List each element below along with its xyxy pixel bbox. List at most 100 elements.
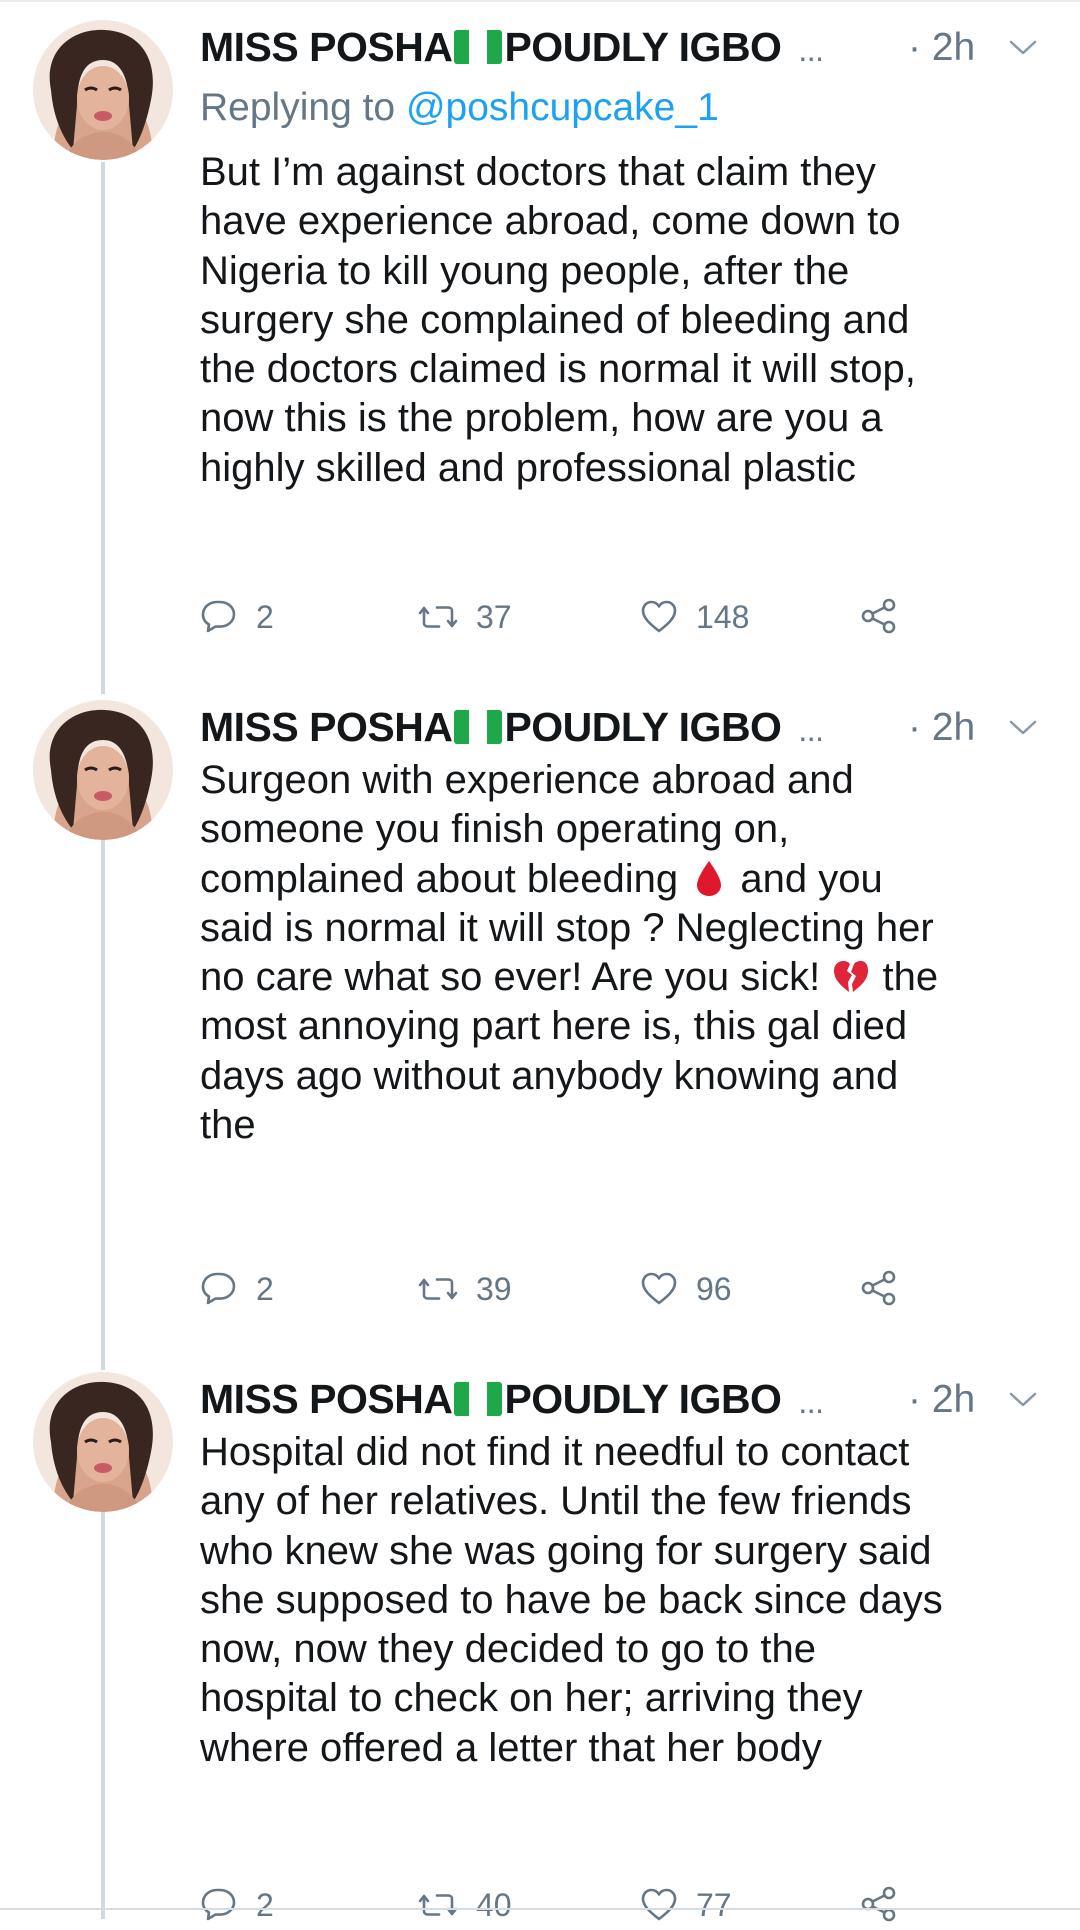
reply-icon bbox=[201, 1272, 236, 1305]
heart-icon bbox=[641, 600, 677, 633]
author-name-part1: MISS POSHA bbox=[200, 24, 453, 70]
like-count: 96 bbox=[696, 1270, 732, 1307]
tweet-text-line: complained about bleeding and you bbox=[200, 855, 1060, 904]
author-name[interactable]: MISS POSHA POUDLY IGBO ... bbox=[200, 1376, 824, 1423]
profile-photo-icon bbox=[33, 1372, 173, 1512]
tweet-text-line: the doctors claimed is normal it will st… bbox=[200, 347, 916, 392]
share-button[interactable] bbox=[860, 592, 898, 642]
replying-to-handle[interactable]: @poshcupcake_1 bbox=[406, 86, 719, 129]
like-count: 148 bbox=[696, 598, 750, 635]
retweet-count: 37 bbox=[476, 598, 512, 635]
like-count: 77 bbox=[696, 1886, 732, 1923]
author-name-part1: MISS POSHA bbox=[200, 704, 453, 750]
reply-icon bbox=[201, 600, 236, 633]
avatar[interactable] bbox=[33, 1372, 173, 1512]
tweet-actions: 2 37 148 bbox=[200, 592, 960, 642]
like-button[interactable]: 148 bbox=[640, 592, 749, 642]
chevron-down-icon[interactable] bbox=[1008, 1390, 1038, 1410]
text-segment: no care what so ever! Are you sick! bbox=[200, 955, 832, 1000]
tweet-text-line: where offered a letter that her body bbox=[200, 1725, 822, 1770]
share-icon bbox=[861, 1270, 896, 1306]
tweet-text-line: days ago without anybody knowing and bbox=[200, 1053, 899, 1098]
tweet-text-line: now this is the problem, how are you a bbox=[200, 396, 883, 441]
tweet-text-line: Nigeria to kill young people, after the bbox=[200, 248, 850, 293]
profile-photo-icon bbox=[33, 700, 173, 840]
chevron-down-icon[interactable] bbox=[1008, 718, 1038, 738]
retweet-button[interactable]: 39 bbox=[418, 1264, 512, 1314]
share-button[interactable] bbox=[860, 1264, 898, 1314]
like-button[interactable]: 96 bbox=[640, 1264, 732, 1314]
nigeria-flag-icon bbox=[454, 710, 503, 744]
heart-icon bbox=[641, 1272, 677, 1305]
tweet-time[interactable]: · 2h bbox=[908, 1378, 975, 1422]
like-button[interactable]: 77 bbox=[640, 1880, 732, 1930]
reply-icon bbox=[201, 1888, 236, 1921]
name-truncation-ellipsis: ... bbox=[798, 32, 824, 68]
tweet-text-line: said is normal it will stop ? Neglecting… bbox=[200, 905, 934, 950]
tweet-actions: 2 39 96 bbox=[200, 1264, 960, 1314]
reply-button[interactable]: 2 bbox=[200, 1880, 274, 1930]
tweet-text-line: have experience abroad, come down to bbox=[200, 199, 901, 244]
drop-of-blood-icon bbox=[697, 860, 722, 896]
reply-button[interactable]: 2 bbox=[200, 1264, 274, 1314]
tweet-text-line: she supposed to have be back since days bbox=[200, 1577, 943, 1622]
author-name[interactable]: MISS POSHA POUDLY IGBO ... bbox=[200, 24, 824, 71]
heart-icon bbox=[641, 1888, 677, 1921]
top-divider bbox=[0, 0, 1080, 2]
tweet-header: MISS POSHA POUDLY IGBO ... · 2h bbox=[200, 704, 1050, 764]
text-segment: complained about bleeding bbox=[200, 856, 690, 901]
nigeria-flag-icon bbox=[454, 30, 503, 64]
reply-count: 2 bbox=[256, 1886, 274, 1923]
chevron-down-icon[interactable] bbox=[1008, 38, 1038, 58]
tweet-text: Hospital did not find it needful to cont… bbox=[200, 1428, 1060, 1773]
tweet-actions: 2 40 77 bbox=[200, 1880, 960, 1930]
tweet-text-line: the bbox=[200, 1103, 256, 1148]
bottom-divider bbox=[0, 1908, 1080, 1910]
tweet-header: MISS POSHA POUDLY IGBO ... · 2h bbox=[200, 24, 1050, 84]
share-button[interactable] bbox=[860, 1880, 898, 1930]
reply-count: 2 bbox=[256, 598, 274, 635]
retweet-icon bbox=[418, 1278, 458, 1300]
text-segment: the bbox=[871, 955, 939, 1000]
avatar[interactable] bbox=[33, 20, 173, 160]
profile-photo-icon bbox=[33, 20, 173, 160]
thread-connector-line bbox=[101, 838, 105, 1370]
retweet-icon bbox=[418, 1894, 458, 1916]
author-name-part2: POUDLY IGBO bbox=[504, 24, 782, 70]
tweet-text-line: any of her relatives. Until the few frie… bbox=[200, 1479, 912, 1524]
retweet-count: 40 bbox=[476, 1886, 512, 1923]
share-icon bbox=[861, 1886, 896, 1922]
nigeria-flag-icon bbox=[454, 1382, 503, 1416]
tweet-time[interactable]: · 2h bbox=[908, 26, 975, 70]
reply-button[interactable]: 2 bbox=[200, 592, 274, 642]
retweet-icon bbox=[418, 606, 458, 628]
tweet-text-line: surgery she complained of bleeding and bbox=[200, 297, 910, 342]
retweet-count: 39 bbox=[476, 1270, 512, 1307]
tweet-time[interactable]: · 2h bbox=[908, 706, 975, 750]
replying-to: Replying to @poshcupcake_1 bbox=[200, 86, 719, 130]
tweet-text-line: Hospital did not find it needful to cont… bbox=[200, 1430, 910, 1474]
thread-connector-line bbox=[101, 1508, 105, 1919]
broken-heart-icon bbox=[834, 961, 869, 993]
tweet-text: Surgeon with experience abroad and someo… bbox=[200, 756, 1060, 1150]
retweet-button[interactable]: 40 bbox=[418, 1880, 512, 1930]
tweet-text-line: who knew she was going for surgery said bbox=[200, 1528, 932, 1573]
replying-to-prefix: Replying to bbox=[200, 86, 406, 129]
tweet-text-line: someone you finish operating on, bbox=[200, 807, 790, 852]
name-truncation-ellipsis: ... bbox=[798, 712, 824, 748]
text-segment: and you bbox=[729, 856, 883, 901]
retweet-button[interactable]: 37 bbox=[418, 592, 512, 642]
name-truncation-ellipsis: ... bbox=[798, 1384, 824, 1420]
author-name[interactable]: MISS POSHA POUDLY IGBO ... bbox=[200, 704, 824, 751]
avatar[interactable] bbox=[33, 700, 173, 840]
tweet-header: MISS POSHA POUDLY IGBO ... · 2h bbox=[200, 1376, 1050, 1436]
author-name-part1: MISS POSHA bbox=[200, 1376, 453, 1422]
tweet-text-line: most annoying part here is, this gal die… bbox=[200, 1004, 908, 1049]
tweet-text-line: highly skilled and professional plastic bbox=[200, 445, 856, 490]
tweet-text-line: But I’m against doctors that claim they bbox=[200, 150, 876, 194]
author-name-part2: POUDLY IGBO bbox=[504, 704, 782, 750]
tweet-text-line: no care what so ever! Are you sick! the bbox=[200, 953, 1060, 1002]
tweet-text: But I’m against doctors that claim they … bbox=[200, 148, 1060, 493]
tweet-text-line: Surgeon with experience abroad and bbox=[200, 758, 854, 802]
share-icon bbox=[861, 598, 896, 634]
